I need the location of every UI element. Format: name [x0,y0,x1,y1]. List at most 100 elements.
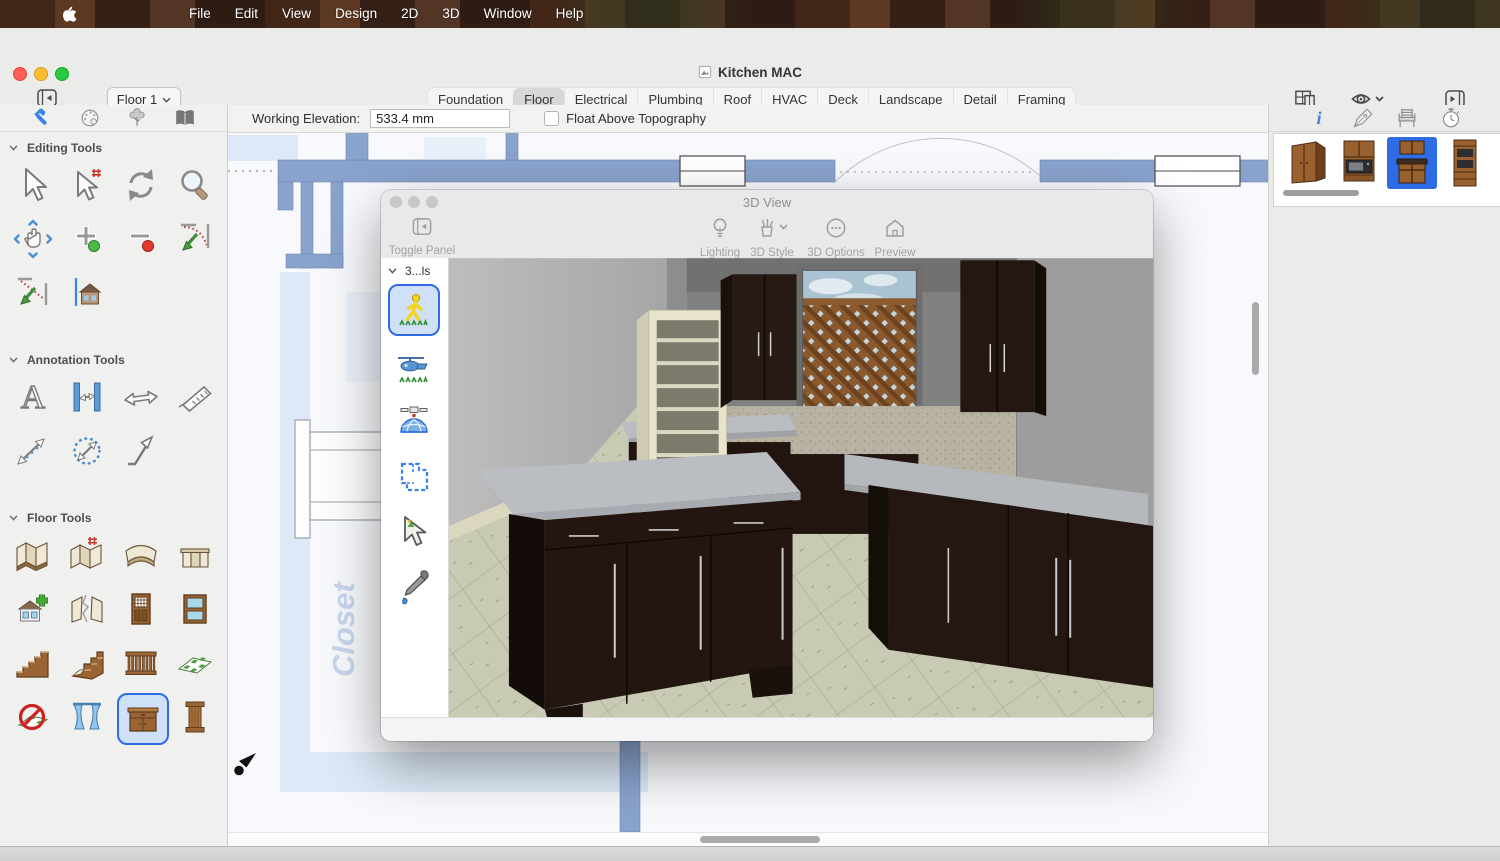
tool-chamfer[interactable] [9,269,57,317]
tool-wall-select-similar[interactable] [63,531,111,579]
tool-room-addition[interactable] [9,585,57,633]
tool-railing[interactable] [117,639,165,687]
tool-zoom-in[interactable] [63,215,111,263]
zoom-in-icon [67,219,107,259]
library-scrollbar-thumb[interactable] [1283,190,1359,196]
library-item-base-wall-cabinet[interactable] [1387,137,1437,189]
tool-replace[interactable] [117,161,165,209]
menu-3d[interactable]: 3D [430,0,471,28]
toggle-panel-left-icon [410,216,434,238]
3d-tool-select-3d[interactable] [390,508,438,556]
tool-stairs[interactable] [9,639,57,687]
chevron-down-icon [388,268,397,274]
chamfer-icon [13,273,53,313]
right-panel-tab-furniture-chair[interactable] [1394,105,1420,131]
tool-remove-floor-material[interactable] [9,693,57,741]
3d-style-button[interactable]: 3D Style [741,216,803,259]
3d-window-body: 3...ls [381,258,1153,718]
3d-tool-orbit[interactable] [390,398,438,446]
tree-icon [125,106,149,130]
library-item-oven-tower[interactable] [1439,137,1489,189]
walkthrough-icon [394,290,434,330]
tool-column[interactable] [171,693,219,741]
right-panel: i [1268,105,1500,846]
3d-tool-floor-overview[interactable] [390,453,438,501]
tool-turning-stairs[interactable] [63,639,111,687]
3d-render-viewport[interactable] [449,258,1153,718]
right-panel-tab-info[interactable]: i [1306,105,1332,131]
sidebar-tab-palette[interactable] [78,106,102,130]
working-elevation-input[interactable] [370,109,510,128]
section-annotation-tools[interactable]: Annotation Tools [0,344,227,370]
tool-pan[interactable] [9,215,57,263]
tool-floor-material[interactable] [171,639,219,687]
3d-tool-walkthrough[interactable] [388,284,440,336]
tool-angled-dimension[interactable] [171,373,219,421]
3d-tool-flyover[interactable] [390,343,438,391]
menu-view[interactable]: View [270,0,323,28]
menu-file[interactable]: File [177,0,223,28]
tool-end-to-end-dimension[interactable] [117,373,165,421]
tool-point-to-point-dimension[interactable] [9,427,57,475]
angular-dimension-icon [67,431,107,471]
annotation-tools-grid: A [0,370,227,478]
menu-items: FileEditViewDesign2D3DWindowHelp [177,0,595,28]
menu-edit[interactable]: Edit [223,0,270,28]
right-panel-tab-label-tag[interactable] [1350,105,1376,131]
library-item-wall-cabinet[interactable] [1283,137,1333,189]
vertical-scrollbar-thumb[interactable] [1252,302,1259,375]
tool-wall-break[interactable] [63,585,111,633]
horizontal-scrollbar-thumb[interactable] [700,836,820,843]
tool-fillet-arc[interactable] [171,215,219,263]
end-to-end-dimension-icon [121,377,161,417]
tool-interior-dimension[interactable] [63,373,111,421]
preview-button[interactable]: Preview [869,216,921,259]
sidebar-tab-hammer[interactable] [30,106,54,130]
tool-wall[interactable] [9,531,57,579]
section-floor-tools[interactable]: Floor Tools [0,502,227,528]
menu-window[interactable]: Window [472,0,544,28]
tool-pass-through[interactable] [63,693,111,741]
tool-cabinet[interactable] [117,693,169,745]
base-wall-cabinet-thumbnail [1388,137,1436,189]
oven-tower-thumbnail [1440,137,1488,189]
furniture-chair-icon [1394,105,1420,131]
sidebar-tab-book[interactable] [173,106,197,130]
sidebar-tab-tree[interactable] [125,106,149,130]
tool-leader-arrow[interactable] [117,427,165,475]
float-above-topography-checkbox[interactable] [544,111,559,126]
floor-overview-icon [394,457,434,497]
3d-toggle-panel-button[interactable]: Toggle Panel [383,216,461,257]
tool-zoom-out[interactable] [117,215,165,263]
section-editing-tools[interactable]: Editing Tools [0,132,227,158]
tool-door[interactable] [117,585,165,633]
tool-half-wall[interactable] [171,531,219,579]
3d-options-button[interactable]: 3D Options [803,216,869,259]
tool-curved-wall[interactable] [117,531,165,579]
3d-view-window[interactable]: 3D View Toggle Panel Lighting 3D Styl [381,190,1153,741]
curved-wall-icon [121,535,161,575]
menu-2d[interactable]: 2D [389,0,430,28]
3d-tools-header[interactable]: 3...ls [381,258,448,280]
working-elevation-label: Working Elevation: [252,111,360,126]
menu-help[interactable]: Help [544,0,596,28]
label-tag-icon [1350,105,1376,131]
tool-window[interactable] [171,585,219,633]
angled-dimension-icon [175,377,215,417]
tool-select-similar[interactable] [63,161,111,209]
horizontal-scrollbar[interactable] [228,832,1268,847]
tool-house-origin[interactable] [63,269,111,317]
svg-text:i: i [1316,108,1321,128]
tool-angular-dimension[interactable] [63,427,111,475]
right-panel-tab-history-stopwatch[interactable] [1438,105,1464,131]
menu-design[interactable]: Design [323,0,389,28]
3d-tool-eyedropper[interactable] [390,563,438,611]
tool-text[interactable]: A [9,373,57,421]
room-addition-icon [13,589,53,629]
3d-window-titlebar[interactable]: 3D View [381,190,1153,214]
library-item-microwave-cabinet[interactable] [1335,137,1385,189]
apple-menu-icon[interactable] [62,6,77,23]
tool-select[interactable] [9,161,57,209]
palette-icon [78,106,102,130]
tool-zoom[interactable] [171,161,219,209]
